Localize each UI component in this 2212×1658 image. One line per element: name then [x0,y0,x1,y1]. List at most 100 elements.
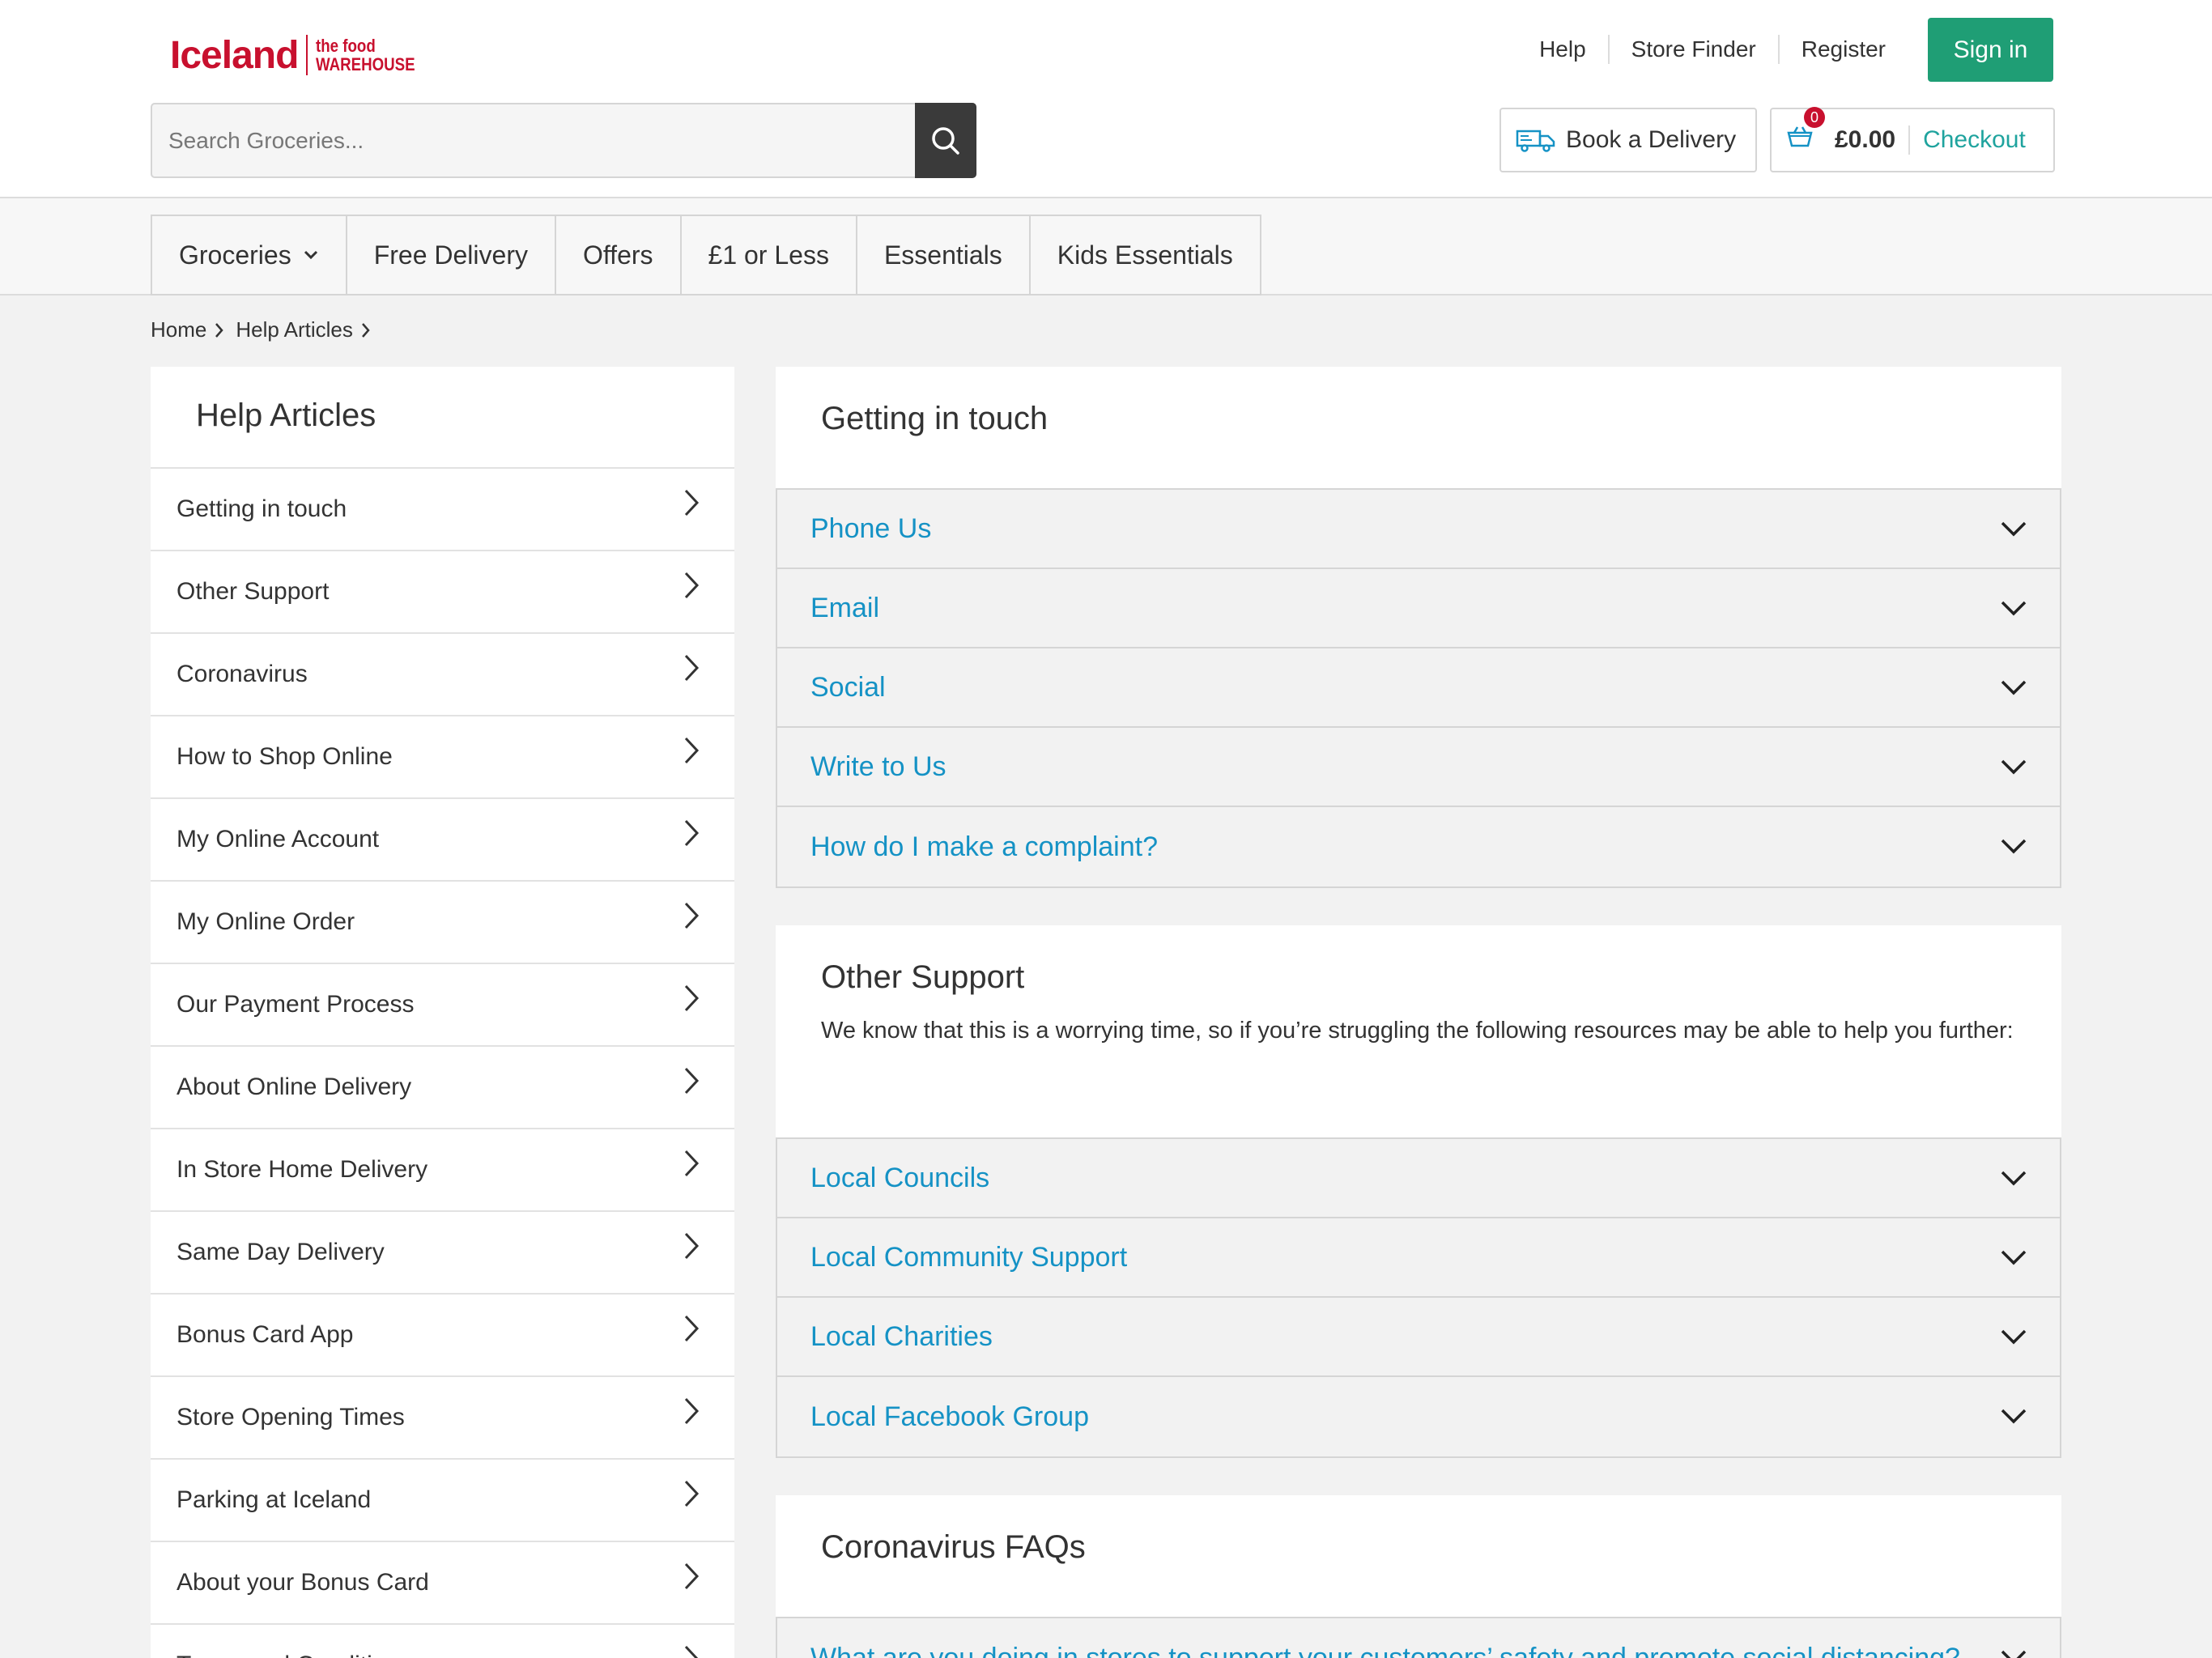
chevron-down-icon [2001,601,2027,616]
section-other-support: Other Support We know that this is a wor… [776,925,2061,1458]
chevron-right-icon [684,819,700,847]
accordion: Local Councils Local Community Support Loc… [776,1137,2061,1458]
accordion-item[interactable]: What are you doing in stores to support … [777,1618,2060,1658]
site-header: Iceland the food WAREHOUSE Help Store Fi… [0,0,2212,198]
search-input[interactable] [152,104,916,176]
chevron-down-icon [2001,680,2027,695]
chevron-right-icon [684,1645,699,1658]
logo-sub-line2: WAREHOUSE [316,54,416,74]
sidebar-item-label: Store Opening Times [177,1404,405,1431]
accordion-item[interactable]: Email [777,569,2060,648]
sidebar-item[interactable]: Coronavirus [151,634,734,716]
sidebar-item[interactable]: Terms and Conditions [151,1625,734,1658]
sidebar-item-label: Our Payment Process [177,991,415,1018]
delivery-van-icon [1516,130,1555,152]
sidebar-item[interactable]: Store Opening Times [151,1377,734,1460]
register-link[interactable]: Register [1780,35,1908,64]
sidebar-item[interactable]: In Store Home Delivery [151,1129,734,1212]
section-coronavirus-faqs: Coronavirus FAQs What are you doing in s… [776,1495,2061,1658]
search-icon [932,126,959,155]
accordion-item[interactable]: Social [777,648,2060,728]
sidebar-list: Getting in touch Other Support Coronavirus… [151,469,734,1658]
accordion-item-label: Social [810,671,886,703]
breadcrumb-help-articles[interactable]: Help Articles [236,317,353,342]
sidebar-item-label: Other Support [177,578,330,605]
chevron-down-icon [2001,1250,2027,1265]
sidebar-item[interactable]: My Online Order [151,882,734,964]
help-link[interactable]: Help [1517,35,1610,64]
chevron-down-icon [2001,1409,2027,1424]
accordion-item[interactable]: How do I make a complaint? [777,807,2060,886]
chevron-right-icon [684,654,700,682]
accordion-item-label: Local Councils [810,1162,990,1193]
chevron-right-icon [684,902,700,929]
sidebar-item-label: In Store Home Delivery [177,1156,428,1183]
accordion-item[interactable]: Local Councils [777,1139,2060,1218]
store-finder-link[interactable]: Store Finder [1610,35,1780,64]
sidebar-item[interactable]: Bonus Card App [151,1295,734,1377]
accordion: What are you doing in stores to support … [776,1617,2061,1658]
section-title: Getting in touch [821,401,1049,436]
sidebar-item[interactable]: Other Support [151,551,734,634]
breadcrumb-home[interactable]: Home [151,317,206,342]
basket-count-badge: 0 [1804,107,1825,128]
chevron-right-icon [684,1232,700,1260]
sidebar-item-label: Bonus Card App [177,1321,354,1348]
accordion-item[interactable]: Write to Us [777,728,2060,807]
accordion-item[interactable]: Phone Us [777,490,2060,569]
sidebar-item[interactable]: Getting in touch [151,469,734,551]
accordion-item[interactable]: Local Charities [777,1298,2060,1377]
accordion-item-label: What are you doing in stores to support … [810,1642,1960,1658]
breadcrumb: Home Help Articles [151,317,382,342]
chevron-right-icon [684,1562,700,1590]
sidebar-item-label: My Online Account [177,826,380,852]
section-title: Coronavirus FAQs [821,1529,1086,1565]
accordion-item[interactable]: Local Community Support [777,1218,2060,1298]
accordion-item-label: Local Community Support [810,1241,1128,1273]
nav-tab-kids-essentials[interactable]: Kids Essentials [1030,215,1261,295]
chevron-right-icon [684,1315,700,1342]
sidebar-item[interactable]: About your Bonus Card [151,1542,734,1625]
chevron-right-icon [684,984,700,1012]
basket-icon [1787,126,1813,147]
sidebar-item-label: My Online Order [177,908,355,935]
nav-tab-one-pound-or-less[interactable]: £1 or Less [681,215,857,295]
sidebar-item[interactable]: Our Payment Process [151,964,734,1047]
sidebar-item[interactable]: About Online Delivery [151,1047,734,1129]
chevron-right-icon [684,737,700,764]
search-button[interactable] [915,103,976,178]
checkout-link[interactable]: Checkout [1910,126,2026,154]
basket-total: £0.00 [1827,125,1911,155]
nav-tab-essentials[interactable]: Essentials [857,215,1031,295]
sidebar-item[interactable]: Same Day Delivery [151,1212,734,1295]
chevron-down-icon [2001,1329,2027,1345]
accordion: Phone Us Email Social Write to Us How do I m… [776,488,2061,888]
chevron-right-icon [684,1480,700,1507]
sidebar-item[interactable]: Parking at Iceland [151,1460,734,1542]
chevron-right-icon [684,1067,700,1095]
book-delivery-button[interactable]: Book a Delivery [1499,108,1757,172]
sign-in-button[interactable]: Sign in [1928,18,2053,82]
nav-tab-offers[interactable]: Offers [555,215,682,295]
sidebar-item-label: Terms and Conditions [177,1652,411,1658]
chevron-down-icon [2001,521,2027,537]
nav-tab-free-delivery[interactable]: Free Delivery [347,215,556,295]
search-bar [151,103,976,178]
chevron-right-icon [684,1150,700,1177]
nav-tab-groceries[interactable]: Groceries [151,215,347,295]
iceland-logo[interactable]: Iceland the food WAREHOUSE [170,31,433,79]
basket-widget[interactable]: 0 £0.00 Checkout [1770,107,2055,172]
sidebar-item-label: About your Bonus Card [177,1569,429,1596]
logo-sub-line1: the food [316,36,376,56]
sidebar-item-label: About Online Delivery [177,1073,412,1100]
basket[interactable]: 0 [1786,107,1827,155]
sidebar-item[interactable]: How to Shop Online [151,716,734,799]
section-getting-in-touch: Getting in touch Phone Us Email Social Writ… [776,367,2061,888]
chevron-right-icon [215,322,224,338]
book-delivery-label: Book a Delivery [1566,126,1737,153]
top-links: Help Store Finder Register [1517,18,1908,81]
chevron-down-icon [2001,839,2027,854]
accordion-item[interactable]: Local Facebook Group [777,1377,2060,1456]
sidebar-item[interactable]: My Online Account [151,799,734,882]
accordion-item-label: Local Charities [810,1320,993,1352]
